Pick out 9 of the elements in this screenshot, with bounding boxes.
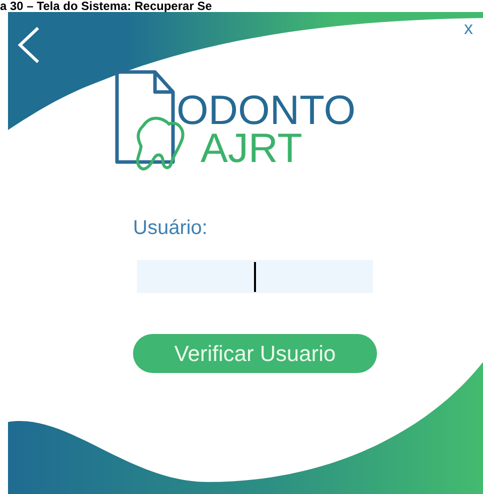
user-input-field[interactable] bbox=[137, 260, 373, 293]
logo-subtext: AJRT bbox=[200, 130, 304, 166]
back-icon bbox=[16, 26, 42, 64]
logo-text: ODONTO bbox=[176, 90, 356, 130]
figure-caption: a 30 – Tela do Sistema: Recuperar Se bbox=[0, 0, 212, 12]
close-button[interactable]: x bbox=[464, 18, 473, 38]
text-cursor-icon bbox=[254, 262, 256, 292]
field-label: Usuário: bbox=[133, 216, 208, 240]
verify-user-button[interactable]: Verificar Usuario bbox=[133, 334, 377, 373]
